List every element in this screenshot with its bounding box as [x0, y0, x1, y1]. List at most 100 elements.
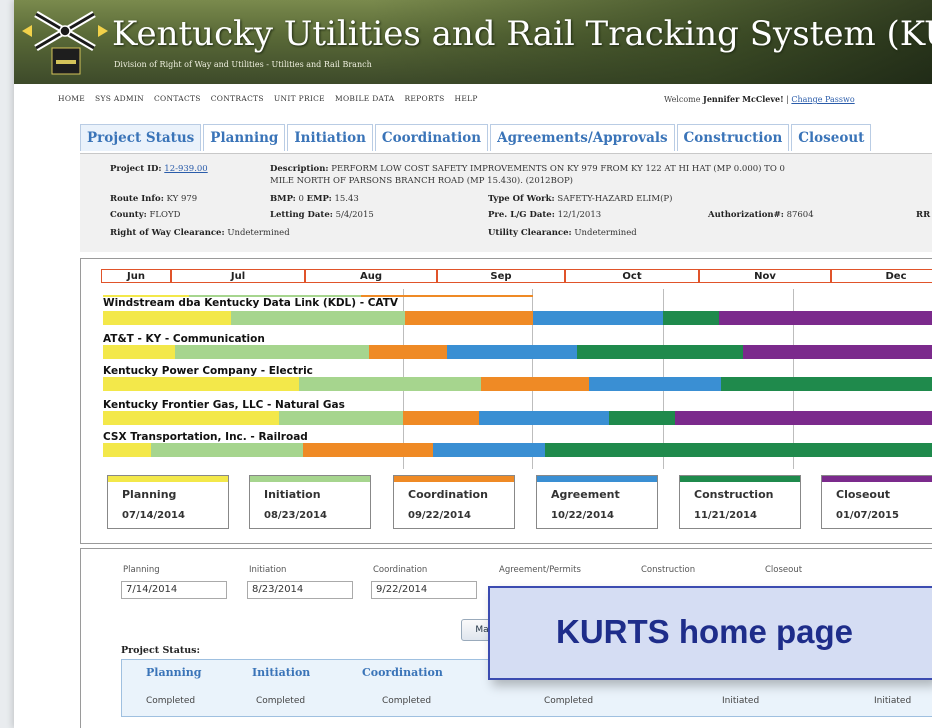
project-status-label: Project Status:: [121, 645, 201, 656]
bar-construction: [577, 345, 743, 359]
emp-value: 15.43: [334, 194, 359, 204]
bar-planning: [103, 311, 231, 325]
bar-coordination: [481, 377, 589, 391]
rr-label-text: RR: [916, 210, 931, 220]
app-title: Kentucky Utilities and Rail Tracking Sys…: [112, 14, 932, 54]
tab-closeout[interactable]: Closeout: [791, 124, 872, 151]
bmp-emp-field: BMP: 0 EMP: 15.43: [270, 194, 359, 204]
letting-date-value: 5/4/2015: [335, 210, 374, 220]
utility-clearance-value: Undetermined: [574, 228, 637, 238]
tab-construction[interactable]: Construction: [676, 124, 790, 151]
phase-card-date: 11/21/2014: [694, 510, 757, 521]
bar-construction: [609, 411, 675, 425]
bar-construction: [721, 377, 932, 391]
type-of-work-value: SAFETY-HAZARD ELIM(P): [557, 194, 673, 204]
nav-home[interactable]: Home: [58, 94, 85, 108]
county-label: County:: [110, 210, 147, 220]
phase-card-initiation: Initiation 08/23/2014: [249, 475, 371, 529]
bar-planning: [103, 443, 151, 457]
bar-initiation: [299, 377, 481, 391]
bar-initiation: [151, 443, 303, 457]
authorization-field: Authorization#: 87604: [708, 210, 814, 220]
letting-date-label: Letting Date:: [270, 210, 333, 220]
phase-card-label: Initiation: [264, 488, 321, 501]
project-id-link[interactable]: 12-939.00: [164, 164, 207, 174]
tab-planning[interactable]: Planning: [203, 124, 286, 151]
status-value-initiation: Completed: [256, 696, 306, 706]
project-id-field: Project ID: 12-939.00: [110, 164, 208, 174]
header-banner: Kentucky Utilities and Rail Tracking Sys…: [14, 0, 932, 84]
phase-card-coordination: Coordination 09/22/2014: [393, 475, 515, 529]
phase-card-label: Coordination: [408, 488, 488, 501]
utility-gantt-chart: Jun Jul Aug Sep Oct Nov Dec Windstream d…: [80, 258, 932, 544]
main-nav: Home Sys Admin Contacts Contracts Unit P…: [58, 94, 478, 108]
tab-bar: Project Status Planning Initiation Coord…: [80, 124, 873, 151]
pre-lg-date-value: 12/1/2013: [557, 210, 602, 220]
phase-stripe: [822, 476, 932, 482]
status-header-initiation: Initiation: [252, 666, 311, 679]
pre-lg-date-field: Pre. L/G Date: 12/1/2013: [488, 210, 601, 220]
app-subtitle: Division of Right of Way and Utilities -…: [114, 60, 372, 69]
description-line-2: MILE NORTH OF PARSONS BRANCH ROAD (MP 15…: [270, 176, 573, 186]
coordination-date-input[interactable]: 9/22/2014: [371, 581, 477, 599]
bar-agreement: [479, 411, 609, 425]
bar-agreement: [433, 443, 545, 457]
tab-project-status[interactable]: Project Status: [80, 124, 202, 151]
phase-stripe: [394, 476, 514, 482]
county-value: FLOYD: [149, 210, 181, 220]
initiation-date-input[interactable]: 8/23/2014: [247, 581, 353, 599]
phase-card-construction: Construction 11/21/2014: [679, 475, 801, 529]
utility-underline: [103, 295, 533, 297]
description-field: Description: PERFORM LOW COST SAFETY IMP…: [270, 164, 785, 174]
authorization-value: 87604: [786, 210, 814, 220]
planning-date-input[interactable]: 7/14/2014: [121, 581, 227, 599]
project-id-label: Project ID:: [110, 164, 162, 174]
pre-lg-date-label: Pre. L/G Date:: [488, 210, 555, 220]
phase-card-label: Agreement: [551, 488, 620, 501]
nav-help[interactable]: Help: [455, 94, 478, 108]
month-dec: Dec: [831, 269, 932, 283]
change-password-link[interactable]: Change Passwo: [791, 95, 854, 104]
nav-sys-admin[interactable]: Sys Admin: [95, 94, 144, 108]
rr-label: RR: [916, 210, 930, 220]
phase-card-date: 10/22/2014: [551, 510, 614, 521]
utility-clearance-field: Utility Clearance: Undetermined: [488, 228, 637, 238]
nav-mobile-data[interactable]: Mobile Data: [335, 94, 394, 108]
right-of-way-clearance-label: Right of Way Clearance:: [110, 228, 225, 238]
status-value-planning: Completed: [146, 696, 196, 706]
bar-initiation: [279, 411, 403, 425]
construction-date-label: Construction: [641, 565, 696, 575]
tab-agreements-approvals[interactable]: Agreements/Approvals: [490, 124, 675, 151]
authorization-label: Authorization#:: [708, 210, 784, 220]
nav-contracts[interactable]: Contracts: [211, 94, 264, 108]
phase-card-label: Construction: [694, 488, 774, 501]
right-of-way-clearance-field: Right of Way Clearance: Undetermined: [110, 228, 290, 238]
route-info-value: KY 979: [166, 194, 198, 204]
status-header-planning: Planning: [146, 666, 202, 679]
phase-stripe: [680, 476, 800, 482]
user-name: Jennifer McCleve!: [703, 94, 784, 104]
nav-reports[interactable]: Reports: [404, 94, 444, 108]
bar-closeout: [719, 311, 932, 325]
tab-coordination[interactable]: Coordination: [374, 124, 489, 151]
welcome-area: Welcome Jennifer McCleve! | Change Passw…: [664, 94, 855, 104]
utility-label-windstream: Windstream dba Kentucky Data Link (KDL) …: [103, 297, 399, 309]
phase-card-agreement: Agreement 10/22/2014: [536, 475, 658, 529]
tab-initiation[interactable]: Initiation: [287, 124, 373, 151]
status-value-construction: Initiated: [722, 696, 760, 706]
month-aug: Aug: [305, 269, 437, 283]
status-value-coordination: Completed: [382, 696, 432, 706]
route-info-field: Route Info: KY 979: [110, 194, 197, 204]
caption-text: KURTS home page: [556, 613, 854, 650]
status-value-closeout: Initiated: [874, 696, 912, 706]
bar-planning: [103, 345, 175, 359]
county-field: County: FLOYD: [110, 210, 180, 220]
bar-closeout: [743, 345, 932, 359]
nav-unit-price[interactable]: Unit Price: [274, 94, 325, 108]
project-info-panel: Project ID: 12-939.00 Description: PERFO…: [80, 153, 932, 252]
phase-card-date: 09/22/2014: [408, 510, 471, 521]
bar-agreement: [589, 377, 721, 391]
type-of-work-label: Type Of Work:: [488, 194, 555, 204]
bar-coordination: [303, 443, 433, 457]
nav-contacts[interactable]: Contacts: [154, 94, 201, 108]
